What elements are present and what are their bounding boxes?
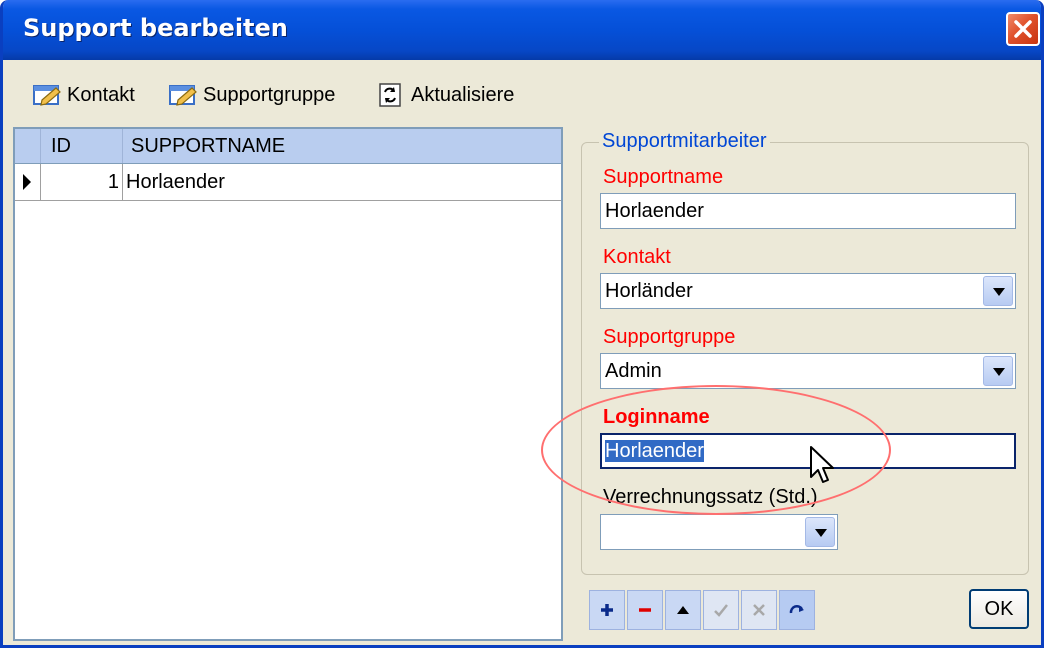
- verrechnungssatz-label: Verrechnungssatz (Std.): [603, 486, 818, 508]
- toolbar-kontakt-label: Kontakt: [67, 83, 135, 106]
- toolbar: Kontakt Supportgruppe Aktualisiere: [3, 60, 1041, 122]
- dialog-window: Support bearbeiten Kontakt Supportgruppe: [0, 0, 1044, 648]
- column-header-id[interactable]: ID: [41, 129, 123, 163]
- supportgruppe-combobox[interactable]: Admin: [600, 353, 1016, 389]
- close-icon: [1014, 20, 1032, 38]
- close-button[interactable]: [1006, 12, 1040, 46]
- toolbar-supportgruppe-label: Supportgruppe: [203, 83, 336, 106]
- add-record-button[interactable]: [589, 590, 625, 630]
- toolbar-aktualisiere-label: Aktualisiere: [411, 83, 515, 106]
- loginname-field[interactable]: Horlaender: [600, 433, 1016, 469]
- ok-button[interactable]: OK: [969, 589, 1029, 629]
- toolbar-kontakt-button[interactable]: Kontakt: [33, 80, 135, 110]
- refresh-icon: [379, 83, 401, 107]
- edit-icon: [33, 85, 61, 106]
- refresh-icon: [789, 605, 804, 614]
- supportgruppe-dropdown-button[interactable]: [983, 356, 1013, 386]
- chevron-down-icon: [993, 288, 1005, 296]
- edit-record-button[interactable]: [665, 590, 701, 630]
- toolbar-supportgruppe-button[interactable]: Supportgruppe: [169, 80, 335, 110]
- supportgruppe-value: Admin: [605, 360, 662, 382]
- table-row[interactable]: 1 Horlaender: [15, 164, 561, 201]
- cell-supportname[interactable]: Horlaender: [123, 164, 561, 200]
- plus-icon: [601, 604, 613, 616]
- grid-header: ID SUPPORTNAME: [15, 129, 561, 164]
- cell-id[interactable]: 1: [41, 164, 123, 200]
- cancel-record-button[interactable]: [741, 590, 777, 630]
- current-row-arrow-icon: [23, 174, 31, 190]
- chevron-down-icon: [993, 368, 1005, 376]
- chevron-down-icon: [815, 529, 827, 537]
- loginname-selected-text: Horlaender: [605, 440, 704, 462]
- group-title: Supportmitarbeiter: [599, 130, 770, 153]
- row-indicator: [15, 164, 41, 200]
- kontakt-label: Kontakt: [603, 246, 671, 268]
- indicator-column-header: [15, 129, 41, 163]
- minus-icon: [639, 608, 651, 612]
- record-navigator: [589, 590, 909, 634]
- title-bar[interactable]: Support bearbeiten: [3, 0, 1041, 60]
- column-header-supportname[interactable]: SUPPORTNAME: [123, 129, 561, 163]
- window-title: Support bearbeiten: [23, 14, 288, 42]
- post-record-button[interactable]: [703, 590, 739, 630]
- kontakt-value: Horländer: [605, 280, 693, 302]
- delete-record-button[interactable]: [627, 590, 663, 630]
- supportname-label: Supportname: [603, 166, 724, 188]
- loginname-label: Loginname: [603, 406, 710, 428]
- kontakt-dropdown-button[interactable]: [983, 276, 1013, 306]
- support-grid[interactable]: ID SUPPORTNAME 1 Horlaender: [13, 127, 563, 641]
- mouse-cursor-icon: [810, 446, 834, 483]
- up-arrow-icon: [677, 606, 689, 614]
- supportgruppe-label: Supportgruppe: [603, 326, 736, 348]
- toolbar-aktualisiere-button[interactable]: Aktualisiere: [377, 80, 514, 110]
- supportname-field[interactable]: Horlaender: [600, 193, 1016, 229]
- verrechnungssatz-dropdown-button[interactable]: [805, 517, 835, 547]
- kontakt-combobox[interactable]: Horländer: [600, 273, 1016, 309]
- verrechnungssatz-combobox[interactable]: [600, 514, 838, 550]
- edit-icon: [169, 85, 197, 106]
- check-icon: [714, 604, 728, 617]
- refresh-record-button[interactable]: [779, 590, 815, 630]
- x-icon: [753, 604, 765, 616]
